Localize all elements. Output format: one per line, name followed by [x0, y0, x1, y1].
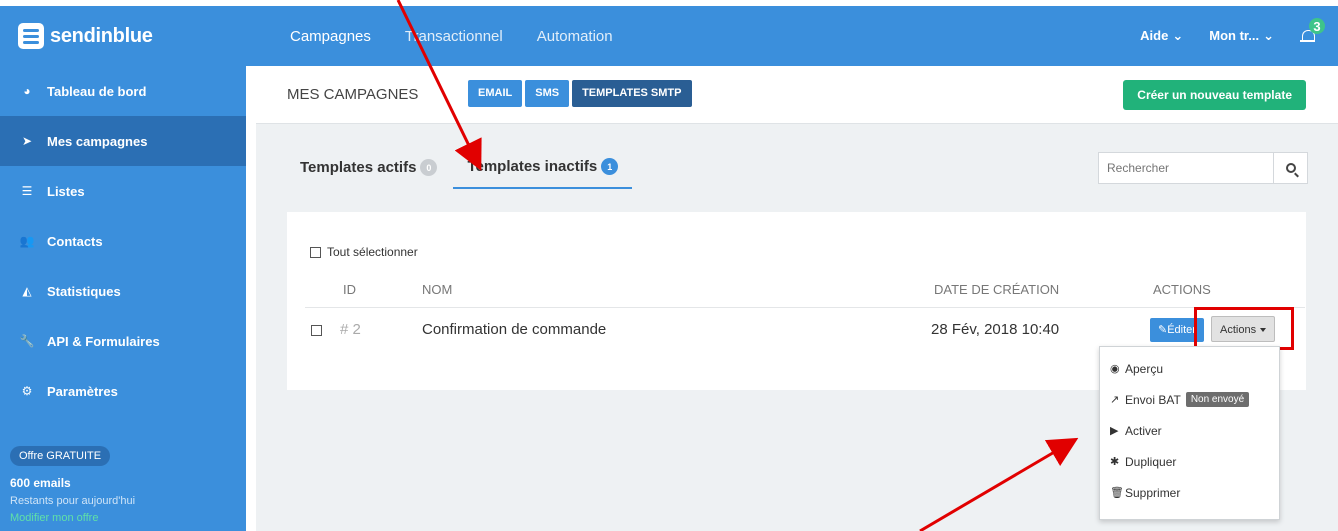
bell-icon[interactable]: 3	[1300, 18, 1325, 45]
sidebar-item-label: Statistiques	[47, 283, 121, 299]
trash-icon: 🗑	[1110, 487, 1124, 499]
chevron-down-icon: ⌄	[1172, 28, 1184, 43]
row-name[interactable]: Confirmation de commande	[422, 321, 606, 338]
paper-plane-icon: ➤	[21, 134, 33, 148]
main-nav: Campagnes Transactionnel Automation	[290, 6, 613, 66]
sidebar-item-mes-campagnes[interactable]: ➤ Mes campagnes	[0, 116, 246, 166]
change-plan-link[interactable]: Modifier mon offre	[10, 512, 135, 524]
help-menu[interactable]: Aide ⌄	[1140, 28, 1183, 44]
nav-transactionnel[interactable]: Transactionnel	[405, 28, 503, 45]
sidebar-item-listes[interactable]: ☰ Listes	[0, 166, 246, 216]
page-header: MES CAMPAGNES EMAIL SMS TEMPLATES SMTP C…	[256, 66, 1338, 124]
segment-templates-smtp[interactable]: TEMPLATES SMTP	[572, 80, 692, 107]
pencil-icon: ✎	[1158, 324, 1168, 336]
tab-count-badge: 1	[601, 158, 619, 175]
emails-remaining: 600 emails	[10, 476, 71, 490]
select-all-label: Tout sélectionner	[327, 245, 418, 259]
template-tabs: Templates actifs 0 Templates inactifs 1	[300, 158, 633, 189]
row-checkbox[interactable]	[311, 325, 322, 336]
campaign-type-switch: EMAIL SMS TEMPLATES SMTP	[468, 80, 692, 107]
sidebar-item-label: Contacts	[47, 233, 103, 249]
menu-item-label: Activer	[1125, 423, 1162, 438]
top-right-menu: Aide ⌄ Mon tr... ⌄ 3	[1140, 6, 1325, 66]
tab-count-badge: 0	[420, 159, 438, 176]
sidebar-item-contacts[interactable]: 👥 Contacts	[0, 216, 246, 266]
menu-item-label: Supprimer	[1125, 485, 1181, 500]
sidebar-item-tableau-de-bord[interactable]: ◕ Tableau de bord	[0, 66, 246, 116]
list-icon: ☰	[21, 184, 33, 198]
sidebar: ◕ Tableau de bord ➤ Mes campagnes ☰ List…	[0, 66, 246, 531]
account-label: Mon tr...	[1209, 28, 1260, 43]
nav-campagnes[interactable]: Campagnes	[290, 28, 371, 45]
row-date: 28 Fév, 2018 10:40	[931, 321, 1060, 338]
column-header-id: ID	[343, 282, 356, 297]
select-all-checkbox[interactable]	[310, 246, 321, 258]
plan-summary: Offre GRATUITE 600 emails Restants pour …	[10, 446, 135, 524]
actions-dropdown-menu: ◉ Aperçu ↗ Envoi BAT Non envoyé ▶ Active…	[1099, 346, 1280, 520]
share-icon: ↗	[1110, 394, 1120, 406]
row-id: # 2	[340, 321, 361, 338]
tab-label: Templates inactifs	[467, 158, 598, 175]
logo-text: sendinblue	[50, 24, 153, 47]
gear-icon: ⚙	[21, 384, 33, 398]
search-input[interactable]	[1099, 153, 1273, 183]
create-template-button[interactable]: Créer un nouveau template	[1123, 80, 1306, 110]
menu-item-apercu[interactable]: ◉ Aperçu	[1100, 353, 1279, 384]
page-title: MES CAMPAGNES	[287, 86, 419, 103]
wrench-icon: 🔧	[19, 334, 35, 348]
asterisk-icon: ✱	[1110, 456, 1120, 468]
sidebar-item-label: API & Formulaires	[47, 333, 160, 349]
table-row: # 2 Confirmation de commande 28 Fév, 201…	[305, 307, 1305, 351]
nav-automation[interactable]: Automation	[537, 28, 613, 45]
annotation-highlight-box	[1194, 307, 1294, 350]
chevron-down-icon: ⌄	[1263, 28, 1274, 43]
column-header-actions: ACTIONS	[1153, 282, 1211, 297]
top-navigation-bar: sendinblue Campagnes Transactionnel Auto…	[0, 6, 1338, 66]
emails-remaining-label: Restants pour aujourd'hui	[10, 495, 136, 507]
search-box	[1098, 152, 1308, 184]
menu-item-label: Dupliquer	[1125, 454, 1177, 469]
column-header-date: DATE DE CRÉATION	[934, 282, 1060, 297]
tab-templates-actifs[interactable]: Templates actifs 0	[300, 158, 438, 189]
eye-icon: ◉	[1110, 363, 1120, 375]
menu-item-supprimer[interactable]: 🗑 Supprimer	[1100, 477, 1279, 508]
users-icon: 👥	[19, 234, 35, 248]
plan-badge: Offre GRATUITE	[10, 446, 111, 466]
area-chart-icon: ◭	[22, 284, 32, 298]
segment-email[interactable]: EMAIL	[468, 80, 523, 107]
menu-item-label: Aperçu	[1125, 361, 1164, 376]
menu-item-label: Envoi BAT	[1125, 392, 1181, 407]
menu-item-activer[interactable]: ▶ Activer	[1100, 415, 1279, 446]
search-button[interactable]	[1273, 153, 1307, 183]
sidebar-item-label: Listes	[47, 183, 85, 199]
sidebar-item-api-formulaires[interactable]: 🔧 API & Formulaires	[0, 316, 246, 366]
dashboard-icon: ◕	[23, 84, 31, 98]
sendinblue-logo[interactable]: sendinblue	[18, 6, 153, 66]
menu-item-envoi-bat[interactable]: ↗ Envoi BAT Non envoyé	[1100, 384, 1279, 415]
help-label: Aide	[1140, 28, 1169, 43]
edit-label: Éditer	[1167, 324, 1196, 336]
tab-label: Templates actifs	[300, 159, 417, 176]
tab-templates-inactifs[interactable]: Templates inactifs 1	[453, 158, 633, 189]
search-icon	[1285, 163, 1296, 173]
sidebar-item-statistiques[interactable]: ◭ Statistiques	[0, 266, 246, 316]
select-all[interactable]: Tout sélectionner	[310, 245, 418, 259]
column-header-nom: NOM	[422, 282, 453, 297]
status-badge: Non envoyé	[1185, 392, 1250, 407]
menu-item-dupliquer[interactable]: ✱ Dupliquer	[1100, 446, 1279, 477]
sidebar-item-label: Paramètres	[47, 383, 118, 399]
sidebar-item-parametres[interactable]: ⚙ Paramètres	[0, 366, 246, 416]
logo-icon	[18, 23, 44, 49]
play-icon: ▶	[1110, 425, 1119, 437]
sidebar-item-label: Tableau de bord	[47, 83, 147, 99]
sidebar-item-label: Mes campagnes	[47, 133, 148, 149]
segment-sms[interactable]: SMS	[525, 80, 570, 107]
account-menu[interactable]: Mon tr... ⌄	[1209, 28, 1274, 44]
notification-badge: 3	[1309, 18, 1325, 34]
